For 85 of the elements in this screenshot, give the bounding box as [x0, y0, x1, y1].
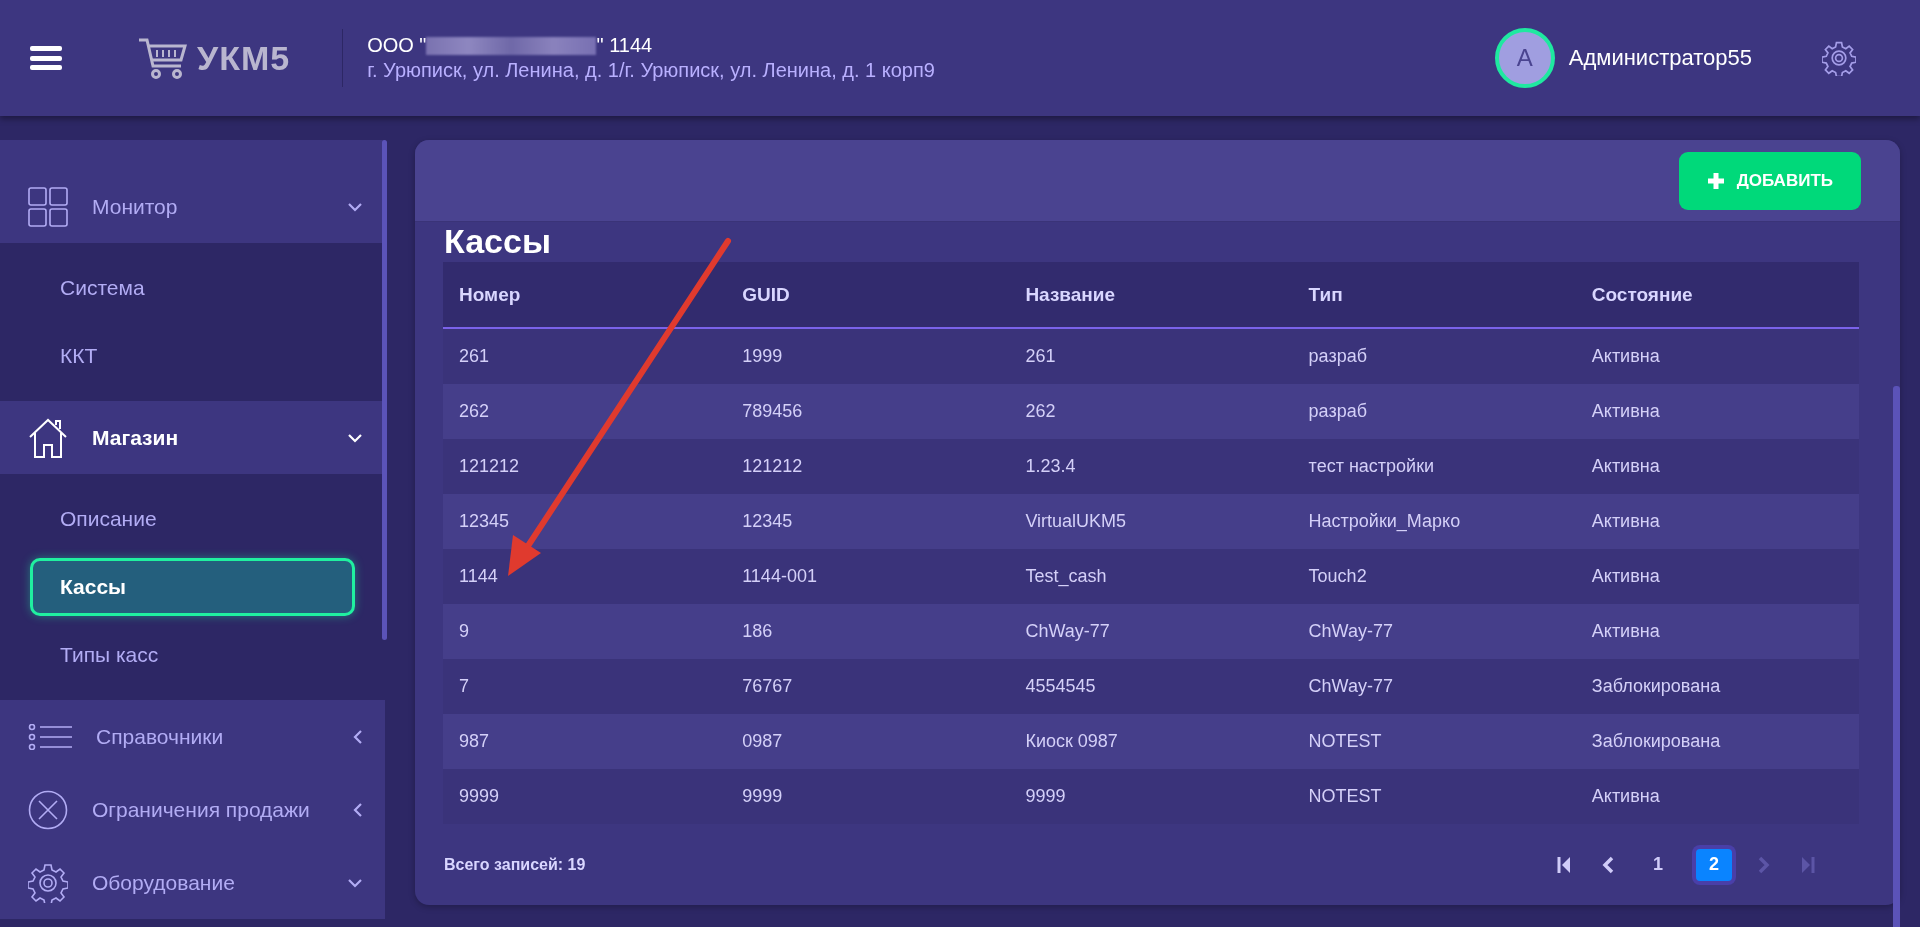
sidebar-group[interactable]: Оборудование [0, 846, 385, 919]
cross-circle-icon [28, 789, 68, 830]
table-cell-text: разраб [1307, 346, 1368, 367]
table-cell-text: 9 [458, 621, 470, 642]
list-icon [28, 723, 72, 750]
table-cell-text: ChWay-77 [1024, 621, 1111, 642]
table-cell-text: 1999 [741, 346, 784, 367]
table-cell-text: 7 [458, 676, 470, 697]
table-cell-text: 12345 [741, 511, 794, 532]
menu-button[interactable] [30, 46, 62, 70]
table-cell-text: 76767 [741, 676, 794, 697]
settings-icon [1822, 40, 1856, 76]
table-cell-text: 121212 [741, 456, 804, 477]
table-cell-text: 987 [458, 731, 491, 752]
sidebar-item[interactable]: ККТ [30, 327, 355, 385]
page-button[interactable]: 1 [1640, 848, 1676, 881]
table-cell-text: NOTEST [1307, 786, 1383, 807]
column-header[interactable]: Номер [443, 283, 727, 306]
sidebar-group[interactable]: Монитор [0, 140, 385, 243]
table-cell-text: Настройки_Марко [1307, 511, 1462, 532]
table-cell-text: тест настройки [1307, 456, 1436, 477]
scrollbar[interactable] [1893, 386, 1900, 927]
table-cell-text: 12345 [458, 511, 511, 532]
table-cell-text: 0987 [741, 731, 784, 752]
table-cell-text: 186 [741, 621, 774, 642]
user-avatar[interactable]: А [1494, 28, 1555, 88]
sidebar-group[interactable]: Магазин [0, 401, 385, 474]
table-cell-text: Активна [1590, 346, 1661, 367]
table-cell-text: Test_cash [1024, 566, 1108, 587]
table-cell-text: Заблокирована [1590, 731, 1722, 752]
chevron-left-icon [1602, 855, 1614, 874]
company-code: " 1144 [596, 34, 653, 57]
table-cell-text: 1144 [458, 566, 499, 587]
sidebar-group[interactable]: Ограничения продажи [0, 773, 385, 846]
plus-icon [1706, 171, 1725, 190]
table-cell-text: 9999 [458, 786, 501, 807]
sidebar-item[interactable]: Кассы [30, 558, 355, 616]
table-cell-text: 1144-001 [741, 566, 818, 587]
settings-button[interactable] [1822, 40, 1856, 76]
table-cell-text: Активна [1590, 786, 1661, 807]
table-cell-text: 9999 [1024, 786, 1067, 807]
last-page-icon [1801, 855, 1815, 874]
table-cell-text: 4554545 [1024, 676, 1097, 697]
table-cell-text: 261 [1024, 346, 1057, 367]
grid-icon [28, 186, 68, 227]
table-cell-text: ChWay-77 [1307, 676, 1394, 697]
table-cell-text: 262 [458, 401, 491, 422]
total-count: Всего записей: 19 [444, 855, 587, 874]
page-title: Кассы [444, 222, 552, 260]
column-header[interactable]: Состояние [1575, 283, 1859, 306]
table-cell-text: Активна [1590, 621, 1661, 642]
chevron-right-icon [1758, 855, 1770, 874]
cart-icon [137, 36, 189, 80]
table-cell-text: Активна [1590, 511, 1661, 532]
sidebar-item[interactable]: Описание [30, 490, 355, 548]
company-name: ООО " [367, 34, 427, 57]
sidebar-item[interactable]: Система [30, 259, 355, 317]
table-cell-text: 121212 [458, 456, 521, 477]
table-cell-text: разраб [1307, 401, 1368, 422]
table-cell-text: 262 [1024, 401, 1057, 422]
table-cell-text: Touch2 [1307, 566, 1368, 587]
table-cell-text: 789456 [741, 401, 804, 422]
column-header[interactable]: Тип [1292, 283, 1576, 306]
table-cell-text: NOTEST [1307, 731, 1383, 752]
gear-icon [28, 862, 68, 903]
table-cell-text: Киоск 0987 [1024, 731, 1119, 752]
table-cell-text: 9999 [741, 786, 784, 807]
store-address: г. Урюписк, ул. Ленина, д. 1/г. Урюписк, ул. Ленина, д. 1 корп9 [367, 59, 935, 82]
column-header[interactable]: GUID [726, 283, 1010, 306]
sidebar-item[interactable]: Типы касс [30, 626, 355, 684]
sidebar-group[interactable]: Справочники [0, 700, 385, 773]
first-page-icon [1557, 855, 1571, 874]
table-cell-text: Активна [1590, 566, 1661, 587]
user-name: Администратор55 [1568, 45, 1752, 71]
table-cell-text: 1.23.4 [1024, 456, 1077, 477]
table-cell-text: Заблокирована [1590, 676, 1722, 697]
house-icon [28, 416, 68, 459]
scrollbar[interactable] [382, 140, 387, 640]
logo-text: УКМ5 [197, 38, 291, 78]
table-cell-text: Активна [1590, 456, 1661, 477]
column-header[interactable]: Название [1009, 283, 1293, 306]
table-cell-text: ChWay-77 [1307, 621, 1394, 642]
table-cell-text: 261 [458, 346, 491, 367]
table-cell-text: Активна [1590, 401, 1661, 422]
table-cell-text: VirtualUKM5 [1024, 511, 1128, 532]
